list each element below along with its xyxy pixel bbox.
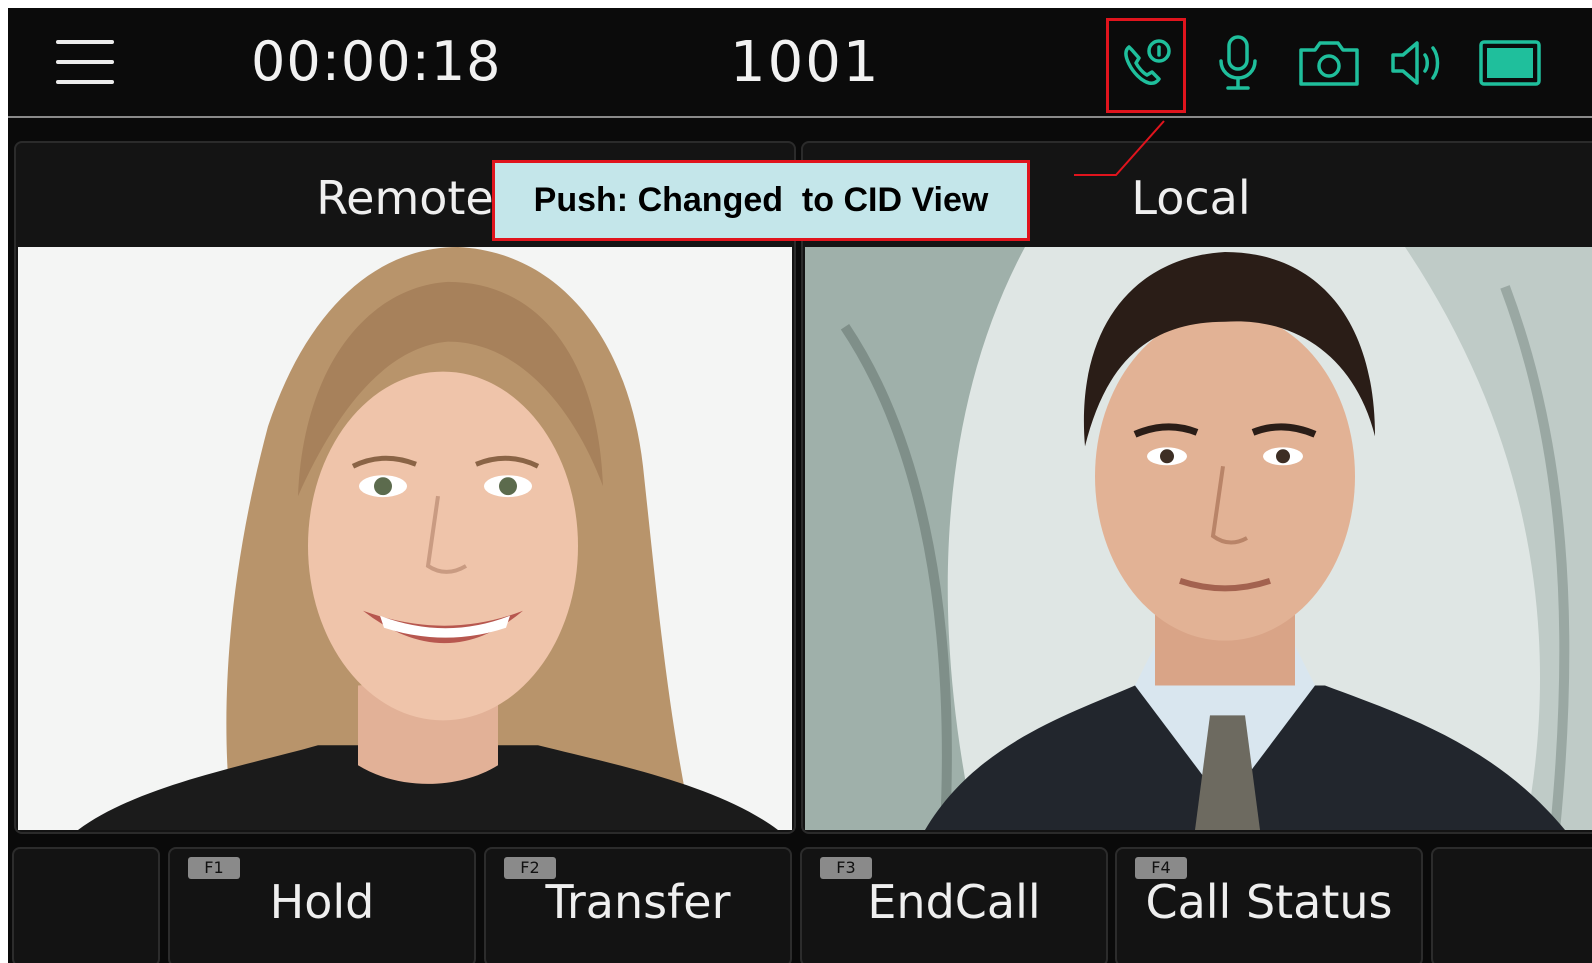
endcall-label: EndCall (867, 875, 1041, 929)
softkey-endcall[interactable]: F3 EndCall (800, 847, 1108, 963)
callout-annotation: Push: Changed to CID View (492, 160, 1030, 241)
call-info-icon[interactable] (1114, 30, 1180, 96)
softkey-bar: F1 Hold F2 Transfer F3 EndCall F4 Call S… (8, 843, 1592, 963)
local-panel: Local (801, 141, 1592, 834)
menu-icon[interactable] (56, 36, 116, 88)
top-bar: 00:00:18 1001 (8, 8, 1592, 118)
call-timer: 00:00:18 (251, 30, 502, 93)
transfer-label: Transfer (545, 875, 731, 929)
hold-label: Hold (269, 875, 375, 929)
microphone-icon[interactable] (1205, 30, 1271, 96)
call-status-label: Call Status (1145, 875, 1393, 929)
softkey-empty-left (12, 847, 160, 963)
speaker-icon[interactable] (1386, 30, 1452, 96)
local-video (805, 247, 1592, 830)
softkey-call-status[interactable]: F4 Call Status (1115, 847, 1423, 963)
softkey-transfer[interactable]: F2 Transfer (484, 847, 792, 963)
remote-panel: Remote (14, 141, 796, 834)
camera-icon[interactable] (1296, 30, 1362, 96)
call-number: 1001 (730, 30, 881, 95)
video-call-screen: 00:00:18 1001 Remote Local F1 Hold F2 Tr… (8, 8, 1592, 963)
softkey-hold[interactable]: F1 Hold (168, 847, 476, 963)
display-icon[interactable] (1477, 30, 1543, 96)
remote-video (18, 247, 792, 830)
softkey-empty-right (1431, 847, 1592, 963)
